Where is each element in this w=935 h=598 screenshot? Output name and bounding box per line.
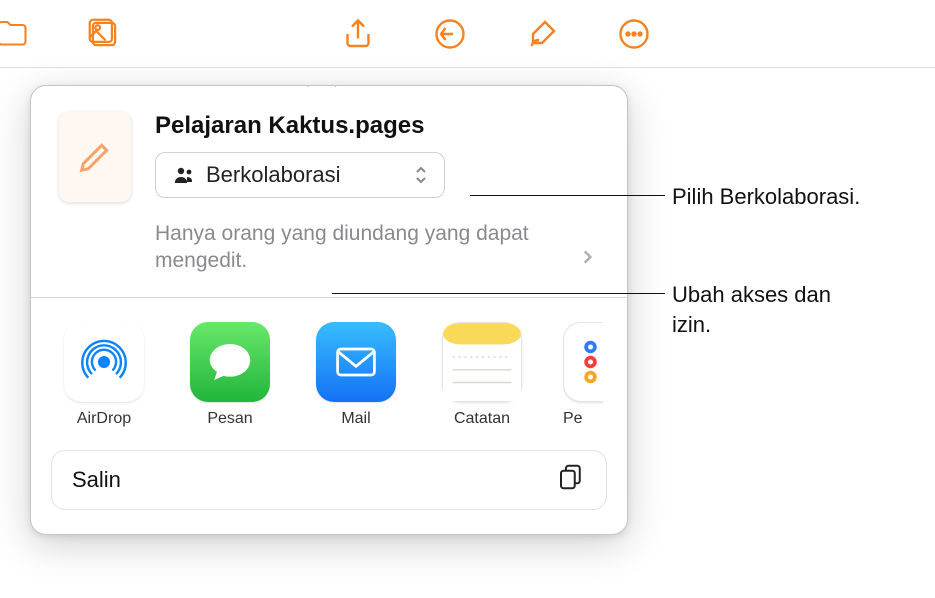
document-thumbnail	[59, 112, 131, 202]
airdrop-icon	[64, 322, 144, 402]
images-icon	[85, 15, 123, 53]
copy-icon	[556, 462, 586, 497]
pencil-icon	[75, 137, 115, 177]
target-reminders[interactable]: Pe	[563, 322, 603, 428]
toolbar	[0, 0, 935, 68]
target-label: Pesan	[207, 410, 252, 428]
permissions-row[interactable]: Hanya orang yang diundang yang dapat men…	[31, 220, 627, 297]
media-button[interactable]	[84, 14, 124, 54]
share-button[interactable]	[338, 14, 378, 54]
chevron-right-icon	[581, 248, 593, 271]
target-mail[interactable]: Mail	[311, 322, 401, 428]
target-notes[interactable]: Catatan	[437, 322, 527, 428]
document-title: Pelajaran Kaktus.pages	[155, 112, 599, 140]
callout-collaborate: Pilih Berkolaborasi.	[672, 182, 860, 212]
undo-icon	[432, 16, 468, 52]
share-sheet: Pelajaran Kaktus.pages Berkolaborasi Han…	[30, 85, 628, 535]
collaborate-picker[interactable]: Berkolaborasi	[155, 152, 445, 198]
target-label: AirDrop	[77, 410, 131, 428]
target-airdrop[interactable]: AirDrop	[59, 322, 149, 428]
collaborate-label: Berkolaborasi	[206, 162, 400, 188]
action-label: Salin	[72, 467, 121, 493]
reminders-icon	[563, 322, 603, 402]
callout-line	[470, 195, 665, 196]
mail-icon	[316, 322, 396, 402]
more-icon	[616, 16, 652, 52]
share-header: Pelajaran Kaktus.pages Berkolaborasi	[31, 86, 627, 222]
target-label: Catatan	[454, 410, 510, 428]
format-button[interactable]	[522, 14, 562, 54]
permissions-text: Hanya orang yang diundang yang dapat men…	[155, 220, 575, 275]
undo-button[interactable]	[430, 14, 470, 54]
folder-icon	[0, 16, 30, 52]
target-label: Mail	[341, 410, 370, 428]
share-icon	[340, 16, 376, 52]
notes-icon	[442, 322, 522, 402]
people-icon	[172, 163, 196, 187]
documents-button[interactable]	[0, 14, 32, 54]
share-targets: AirDrop Pesan Mail Catatan Pe	[31, 297, 627, 450]
messages-icon	[190, 322, 270, 402]
more-button[interactable]	[614, 14, 654, 54]
target-messages[interactable]: Pesan	[185, 322, 275, 428]
copy-action[interactable]: Salin	[51, 450, 607, 510]
callout-permissions: Ubah akses dan izin.	[672, 280, 852, 339]
callout-line	[332, 293, 665, 294]
target-label: Pe	[563, 410, 583, 428]
chevron-updown-icon	[410, 164, 432, 186]
paintbrush-icon	[524, 16, 560, 52]
actions: Salin	[31, 450, 627, 534]
